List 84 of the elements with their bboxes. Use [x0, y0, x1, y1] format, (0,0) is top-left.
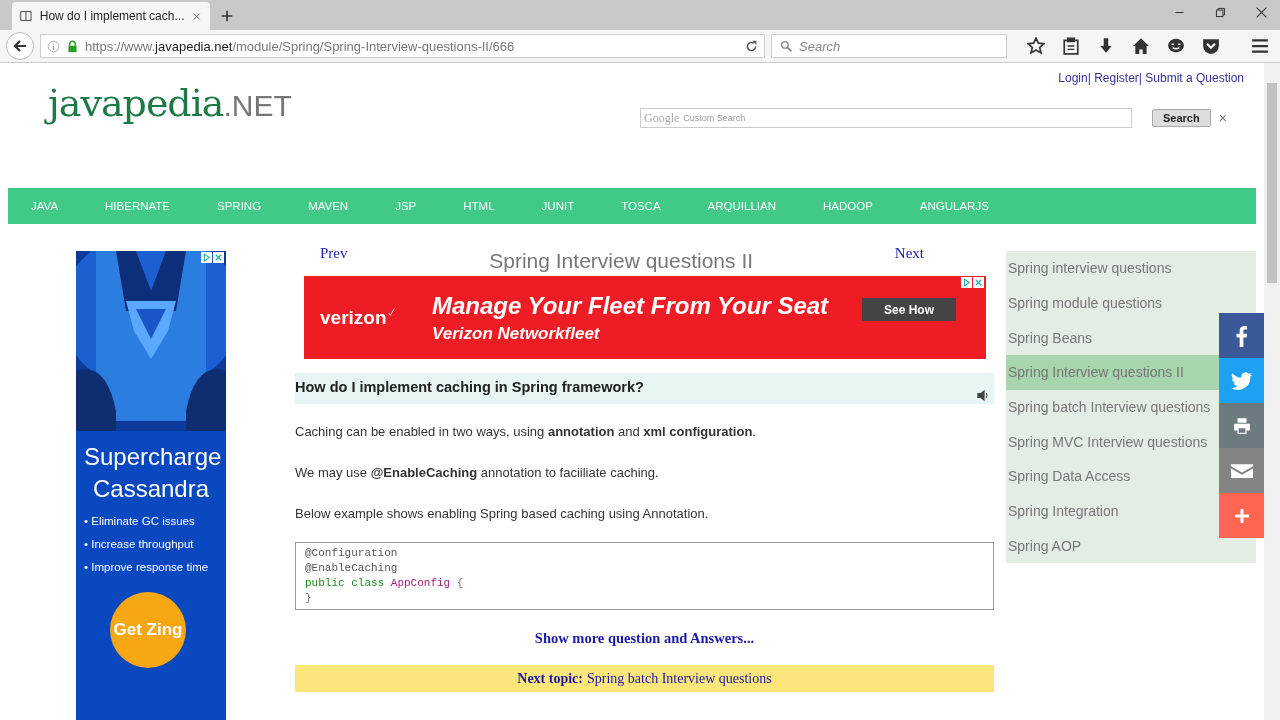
nav-link[interactable]: SPRING — [193, 200, 285, 212]
ad-subheadline: Verizon Networkfleet — [432, 323, 601, 344]
search-field[interactable]: Search — [771, 34, 1007, 58]
close-icon[interactable] — [1255, 6, 1268, 19]
ad-bullet: • Improve response time — [84, 561, 210, 573]
code-line: } — [305, 591, 313, 606]
share-button[interactable] — [1219, 448, 1264, 493]
sidebar-item[interactable]: Spring Integration — [1006, 493, 1219, 529]
sidebar-item[interactable]: Spring Interview questions II — [1006, 355, 1219, 390]
link-separator: | — [1087, 71, 1092, 85]
question-title: How do I implement caching in Spring framework? — [295, 379, 644, 395]
restore-icon[interactable] — [1214, 6, 1227, 19]
sidebar-item[interactable]: Spring batch Interview questions — [1006, 389, 1219, 425]
clipboard-icon[interactable] — [1062, 37, 1080, 55]
site-search-field[interactable]: Google Custom Search — [640, 108, 1132, 128]
lock-icon — [66, 39, 79, 53]
sidebar-item[interactable]: Spring Beans — [1006, 320, 1219, 356]
nav-link[interactable]: JAVA — [8, 200, 82, 212]
page-title: Spring Interview questions II — [489, 249, 754, 273]
ad-banner[interactable]: Supercharge Cassandra • Eliminate GC issues • Increase throughput • Improve response time Get Zing — [76, 251, 226, 720]
nav-link[interactable]: JSP — [371, 200, 440, 212]
sidebar-item[interactable]: Spring MVC Interview questions — [1006, 424, 1219, 460]
sidebar-item[interactable]: Spring interview questions — [1006, 251, 1219, 286]
speaker-icon[interactable] — [976, 389, 990, 402]
paragraph: Caching can be enabled in two ways, using annotation and xml configuration. — [295, 424, 757, 440]
clear-button[interactable]: × — [1218, 110, 1227, 126]
arrow-icon — [12, 38, 28, 54]
share-button[interactable] — [1219, 493, 1264, 538]
pocket-icon[interactable] — [1202, 37, 1220, 55]
sidebar-item[interactable]: Spring Data Access — [1006, 459, 1219, 494]
print-icon[interactable] — [1232, 416, 1251, 435]
ad-brand: verizon — [320, 306, 387, 329]
nav-link[interactable]: HIBERNATE — [81, 200, 194, 212]
ad-banner[interactable]: verizon Manage Your Fleet From Your Seat Verizon Networkfleet See How — [304, 276, 986, 359]
code-line: public class AppConfig { — [305, 576, 465, 591]
chat-icon[interactable] — [1167, 37, 1185, 55]
share-button[interactable] — [1219, 403, 1264, 448]
ad-headline: Manage Your Fleet From Your Seat — [432, 291, 829, 320]
link-separator: | — [1138, 71, 1143, 85]
next-topic-label: Next topic: — [517, 670, 583, 687]
next-link[interactable]: Next — [894, 245, 924, 262]
nav-link[interactable]: JUNIT — [517, 200, 598, 212]
sidebar-item[interactable]: Spring module questions — [1006, 285, 1219, 321]
back-button[interactable] — [6, 32, 34, 60]
reload-icon[interactable] — [745, 39, 758, 53]
search-icon — [780, 39, 793, 53]
nav-link[interactable]: HTML — [439, 200, 518, 212]
nav-link[interactable]: HADOOP — [799, 200, 896, 212]
header-link[interactable]: Submit a Question — [1145, 71, 1244, 85]
book-icon — [20, 8, 32, 24]
prev-link[interactable]: Prev — [320, 245, 348, 262]
nav-link[interactable]: ANGULARJS — [895, 200, 1012, 212]
address-bar[interactable]: https://www.javapedia.net/module/Spring/Spring-Interview-questions-II/666 — [40, 34, 765, 58]
home-icon[interactable] — [1132, 37, 1150, 55]
play-icon[interactable] — [961, 277, 972, 288]
ad-bullet: • Eliminate GC issues — [84, 515, 196, 527]
header-link[interactable]: Register — [1094, 71, 1139, 85]
check-icon — [386, 306, 396, 318]
paragraph: Below example shows enabling Spring based caching using Annotation. — [295, 506, 710, 522]
nav-link[interactable]: ARQUILLIAN — [683, 200, 799, 212]
share-button[interactable] — [1219, 358, 1264, 403]
menu-icon[interactable] — [1251, 37, 1269, 55]
url-text: https://www.javapedia.net/module/Spring/Spring-Interview-questions-II/666 — [85, 38, 516, 54]
star-icon[interactable] — [1027, 37, 1045, 55]
show-more-link[interactable]: Show more question and Answers... — [295, 630, 994, 647]
code-line: @EnableCaching — [305, 561, 399, 576]
ad-cta-button[interactable]: See How — [862, 298, 956, 321]
tab-title: How do I implement cach... — [39, 9, 185, 23]
ad-bullet: • Increase throughput — [84, 538, 195, 550]
code-line: @Configuration — [305, 546, 399, 561]
nav-link[interactable]: MAVEN — [284, 200, 372, 212]
nav-link[interactable]: TOSCA — [597, 200, 684, 212]
browser-tab[interactable]: How do I implement cach... — [12, 2, 210, 30]
plus-icon[interactable] — [220, 9, 234, 23]
bird-icon[interactable] — [1230, 369, 1253, 392]
scrollbar[interactable] — [1264, 63, 1280, 720]
search-button[interactable]: Search — [1152, 109, 1211, 127]
plus-icon[interactable] — [1233, 507, 1250, 524]
header-link[interactable]: Login — [1058, 71, 1088, 85]
sidebar-item[interactable]: Spring AOP — [1006, 528, 1219, 564]
play-icon[interactable] — [201, 252, 212, 263]
share-button[interactable] — [1219, 313, 1264, 358]
paragraph: We may use @EnableCaching annotation to faciiliate caching. — [295, 465, 660, 481]
next-topic-link[interactable]: Spring batch Interview questions — [587, 670, 772, 687]
